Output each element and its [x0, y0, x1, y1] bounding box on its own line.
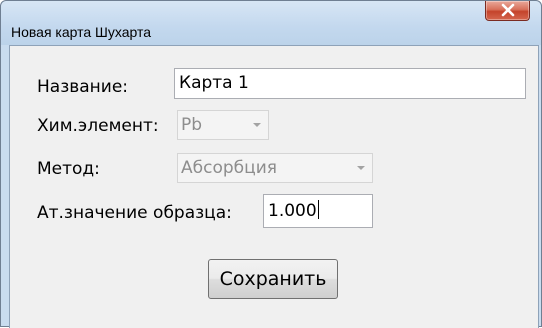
method-select-value: Абсорбция: [181, 158, 277, 178]
sample-value-label: Ат.значение образца:: [37, 203, 232, 223]
chevron-down-icon: [357, 166, 365, 170]
element-select[interactable]: Pb: [177, 110, 269, 140]
name-input-value: Карта 1: [179, 73, 249, 93]
method-select[interactable]: Абсорбция: [177, 153, 373, 183]
name-label: Название:: [37, 77, 129, 97]
window-title: Новая карта Шухарта: [11, 24, 152, 40]
dialog-window: Новая карта Шухарта Название: Карта 1 Хи…: [0, 0, 542, 328]
close-button[interactable]: [485, 1, 530, 21]
title-bar[interactable]: Новая карта Шухарта: [1, 1, 541, 45]
sample-value-input[interactable]: 1.000: [263, 194, 373, 228]
dialog-content: Название: Карта 1 Хим.элемент: Pb Метод:…: [9, 45, 539, 328]
name-input[interactable]: Карта 1: [174, 68, 526, 99]
element-select-value: Pb: [181, 115, 203, 135]
element-label: Хим.элемент:: [37, 116, 159, 136]
chevron-down-icon: [253, 123, 261, 127]
text-caret: [317, 200, 319, 219]
method-label: Метод:: [37, 159, 100, 179]
sample-value-input-value: 1.000: [268, 201, 317, 221]
save-button[interactable]: Сохранить: [208, 259, 338, 299]
